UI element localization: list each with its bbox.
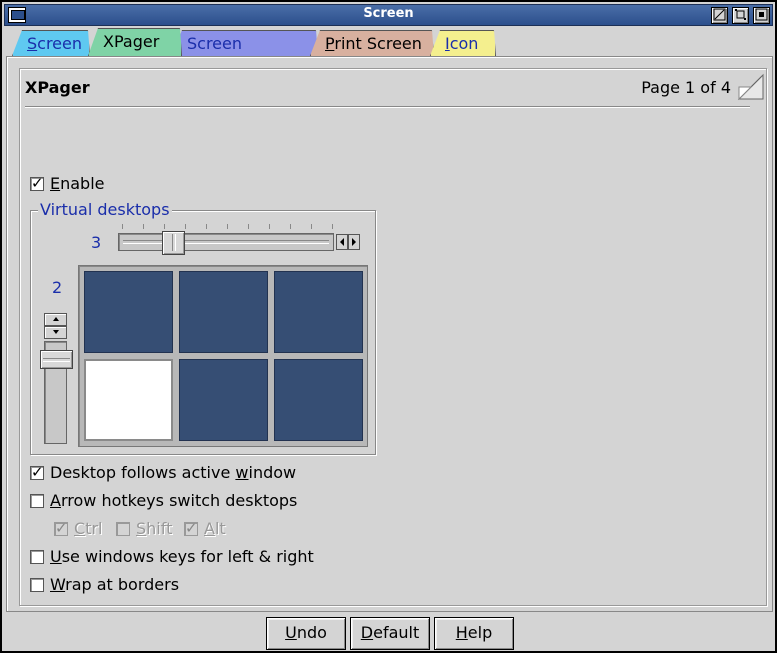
shift-label: Shift xyxy=(136,519,173,538)
slider-tick xyxy=(311,224,312,229)
slider-tick xyxy=(185,224,186,229)
rows-increase-button[interactable] xyxy=(44,313,67,326)
columns-slider[interactable] xyxy=(118,231,334,255)
arrow-left-icon xyxy=(340,238,344,246)
desktop-follows-row[interactable]: Desktop follows active window xyxy=(30,463,296,482)
tab-icon[interactable]: Icon xyxy=(430,30,496,56)
ctrl-checkbox[interactable] xyxy=(54,519,68,537)
slider-tick xyxy=(269,224,270,229)
slider-tick xyxy=(122,224,123,229)
columns-slider-ticks xyxy=(122,224,333,230)
windows-keys-checkbox[interactable] xyxy=(30,549,44,564)
slider-tick xyxy=(206,224,207,229)
arrow-hotkeys-row[interactable]: Arrow hotkeys switch desktops xyxy=(30,491,297,510)
undo-button[interactable]: Undo xyxy=(266,617,346,650)
page-title: XPager xyxy=(25,78,90,97)
desktop-follows-label: Desktop follows active window xyxy=(50,463,297,482)
desktop-cell[interactable] xyxy=(179,271,268,353)
slider-tick xyxy=(290,224,291,229)
desktop-preview-grid xyxy=(78,265,368,447)
desktop-cell[interactable] xyxy=(274,359,363,441)
ctrl-row[interactable]: Ctrl xyxy=(54,519,102,538)
shift-checkbox[interactable] xyxy=(116,521,130,536)
enable-checkbox-row[interactable]: Enable xyxy=(30,174,105,193)
page-turn-icon[interactable] xyxy=(737,73,765,101)
header-divider xyxy=(25,106,750,108)
alt-label: Alt xyxy=(204,519,226,538)
wrap-borders-checkbox[interactable] xyxy=(30,577,44,592)
desktop-cell[interactable] xyxy=(179,359,268,441)
columns-decrease-button[interactable] xyxy=(336,234,348,250)
slider-tick xyxy=(248,224,249,229)
tab-print-screen[interactable]: Print Screen xyxy=(310,30,434,56)
page-header: XPager Page 1 of 4 xyxy=(25,73,767,105)
arrow-hotkeys-checkbox[interactable] xyxy=(30,493,44,508)
arrow-down-icon xyxy=(52,330,59,334)
slider-tick xyxy=(227,224,228,229)
enable-checkbox[interactable] xyxy=(30,174,44,192)
close-button[interactable] xyxy=(753,7,770,24)
minimize-icon xyxy=(713,8,726,21)
tab-screen[interactable]: Screen xyxy=(12,30,90,56)
help-button[interactable]: Help xyxy=(434,617,514,650)
arrow-right-icon xyxy=(352,238,356,246)
maximize-button[interactable] xyxy=(732,7,749,24)
slider-tick xyxy=(143,224,144,229)
screen-settings-window: Screen Screen Screen Borders Print Scree… xyxy=(0,0,777,653)
columns-increase-button[interactable] xyxy=(348,234,360,250)
tab-screen-borders[interactable]: Screen Borders xyxy=(172,30,318,56)
virtual-desktops-label: Virtual desktops xyxy=(38,200,172,219)
arrow-hotkeys-label: Arrow hotkeys switch desktops xyxy=(50,491,298,510)
columns-value: 3 xyxy=(91,233,102,252)
wrap-borders-row[interactable]: Wrap at borders xyxy=(30,575,179,594)
desktop-follows-checkbox[interactable] xyxy=(30,463,44,481)
tab-bar: Screen Screen Borders Print Screen Icon … xyxy=(12,28,772,56)
wrap-borders-label: Wrap at borders xyxy=(50,575,180,594)
ctrl-label: Ctrl xyxy=(74,519,103,538)
rows-decrease-button[interactable] xyxy=(44,326,67,339)
default-button[interactable]: Default xyxy=(350,617,430,650)
slider-tick xyxy=(164,224,165,229)
rows-slider[interactable] xyxy=(40,341,73,444)
active-desktop-cell[interactable] xyxy=(84,359,173,441)
rows-value: 2 xyxy=(52,278,63,297)
shift-row[interactable]: Shift xyxy=(116,519,172,538)
minimize-button[interactable] xyxy=(711,7,728,24)
desktop-cell[interactable] xyxy=(84,271,173,353)
desktop-cell[interactable] xyxy=(274,271,363,353)
columns-slider-thumb[interactable] xyxy=(162,231,185,255)
windows-keys-row[interactable]: Use windows keys for left & right xyxy=(30,547,314,566)
windows-keys-label: Use windows keys for left & right xyxy=(50,547,314,566)
window-title: Screen xyxy=(363,6,414,21)
arrow-up-icon xyxy=(52,317,59,321)
close-icon xyxy=(755,8,768,21)
enable-label: Enable xyxy=(50,174,105,193)
tab-xpager[interactable]: XPager xyxy=(88,28,182,56)
alt-checkbox[interactable] xyxy=(184,519,198,537)
page-indicator: Page 1 of 4 xyxy=(641,78,731,97)
alt-row[interactable]: Alt xyxy=(184,519,226,538)
columns-slider-groove xyxy=(123,240,329,244)
rows-slider-thumb[interactable] xyxy=(40,350,73,369)
title-bar[interactable]: Screen xyxy=(4,4,773,26)
maximize-icon xyxy=(735,9,746,20)
slider-tick xyxy=(332,224,333,229)
